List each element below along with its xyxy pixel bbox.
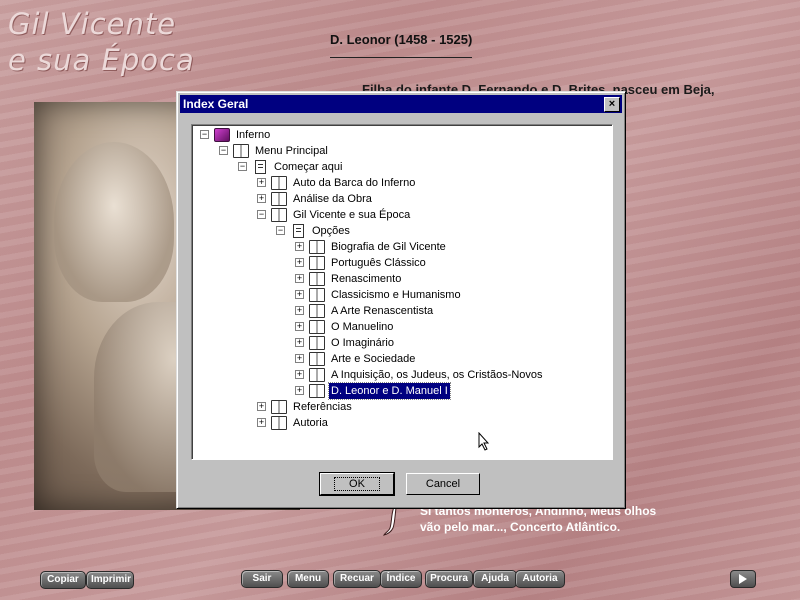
tree-node-label: O Manuelino	[331, 321, 394, 333]
tree-node-label: Análise da Obra	[293, 193, 372, 205]
expand-icon[interactable]: +	[295, 354, 304, 363]
next-arrow-icon[interactable]	[730, 570, 756, 588]
page-icon	[255, 160, 266, 174]
index-tree[interactable]: − Inferno − Menu Principal − Começar aqui + Aut…	[191, 124, 613, 460]
mouse-cursor-icon	[478, 432, 490, 451]
search-button[interactable]: Procura	[425, 570, 473, 588]
expand-icon[interactable]: +	[257, 194, 266, 203]
book-icon	[271, 208, 287, 222]
expand-icon[interactable]: +	[257, 418, 266, 427]
index-dialog: Index Geral × − Inferno − Menu Principal − Co…	[176, 91, 626, 509]
ok-label: OK	[334, 477, 380, 491]
expand-icon[interactable]: +	[257, 178, 266, 187]
article-title: D. Leonor (1458 - 1525)	[330, 32, 473, 47]
tree-node-label: D. Leonor e D. Manuel I	[328, 382, 451, 400]
tree-node-label: A Arte Renascentista	[331, 305, 434, 317]
print-button[interactable]: Imprimir	[86, 571, 134, 589]
app-title-line2: e sua Época	[8, 43, 195, 77]
collapse-icon[interactable]: −	[276, 226, 285, 235]
tree-node-label: Português Clássico	[331, 257, 426, 269]
expand-icon[interactable]: +	[295, 338, 304, 347]
book-icon	[309, 320, 325, 334]
collapse-icon[interactable]: −	[238, 162, 247, 171]
expand-icon[interactable]: +	[295, 290, 304, 299]
book-icon	[309, 368, 325, 382]
tree-node-label: A Inquisição, os Judeus, os Cristãos-Nov…	[331, 369, 543, 381]
expand-icon[interactable]: +	[295, 242, 304, 251]
dialog-title: Index Geral	[183, 97, 249, 111]
collapse-icon[interactable]: −	[200, 130, 209, 139]
tree-node-label: O Imaginário	[331, 337, 394, 349]
index-button[interactable]: Índice	[380, 570, 422, 588]
expand-icon[interactable]: +	[295, 258, 304, 267]
title-underline	[330, 57, 472, 58]
copy-button[interactable]: Copiar	[40, 571, 86, 589]
book-icon	[309, 352, 325, 366]
collapse-icon[interactable]: −	[257, 210, 266, 219]
back-button[interactable]: Recuar	[333, 570, 381, 588]
expand-icon[interactable]: +	[295, 370, 304, 379]
app-title: Gil Vicente e sua Época	[8, 6, 195, 78]
exit-button[interactable]: Sair	[241, 570, 283, 588]
book-icon	[309, 336, 325, 350]
book-icon	[309, 384, 325, 398]
dialog-titlebar[interactable]: Index Geral ×	[180, 95, 622, 113]
book-icon	[271, 400, 287, 414]
tree-node-label: Começar aqui	[274, 161, 343, 173]
tree-node-label: Opções	[312, 225, 350, 237]
tree-node-label: Classicismo e Humanismo	[331, 289, 461, 301]
ok-button[interactable]: OK	[319, 472, 395, 496]
expand-icon[interactable]: +	[295, 306, 304, 315]
tree-node-label: Gil Vicente e sua Época	[293, 209, 411, 221]
book-icon	[309, 304, 325, 318]
expand-icon[interactable]: +	[257, 402, 266, 411]
cancel-button[interactable]: Cancel	[406, 473, 480, 495]
collapse-icon[interactable]: −	[219, 146, 228, 155]
tree-node-label: Menu Principal	[255, 145, 328, 157]
root-book-icon	[214, 128, 230, 142]
book-icon	[309, 256, 325, 270]
photo-detail	[54, 142, 174, 302]
book-icon	[271, 192, 287, 206]
book-icon	[233, 144, 249, 158]
help-button[interactable]: Ajuda	[473, 570, 517, 588]
app-title-line1: Gil Vicente	[8, 7, 177, 41]
tree-node-label: Inferno	[236, 129, 271, 141]
tree-node-label: Renascimento	[331, 273, 402, 285]
credits-button[interactable]: Autoria	[515, 570, 565, 588]
page-icon	[293, 224, 304, 238]
book-icon	[309, 240, 325, 254]
tree-node-label: Biografia de Gil Vicente	[331, 241, 446, 253]
menu-button[interactable]: Menu	[287, 570, 329, 588]
figure-icon	[383, 506, 397, 536]
book-icon	[309, 288, 325, 302]
tree-node-label: Auto da Barca do Inferno	[293, 177, 416, 189]
tree-node-label: Referências	[293, 401, 352, 413]
book-icon	[271, 176, 287, 190]
book-icon	[309, 272, 325, 286]
book-icon	[271, 416, 287, 430]
expand-icon[interactable]: +	[295, 386, 304, 395]
tree-node-label: Autoria	[293, 417, 328, 429]
article-header: D. Leonor (1458 - 1525)	[330, 32, 740, 58]
expand-icon[interactable]: +	[295, 322, 304, 331]
tree-node-label: Arte e Sociedade	[331, 353, 416, 365]
expand-icon[interactable]: +	[295, 274, 304, 283]
close-button[interactable]: ×	[604, 97, 620, 112]
